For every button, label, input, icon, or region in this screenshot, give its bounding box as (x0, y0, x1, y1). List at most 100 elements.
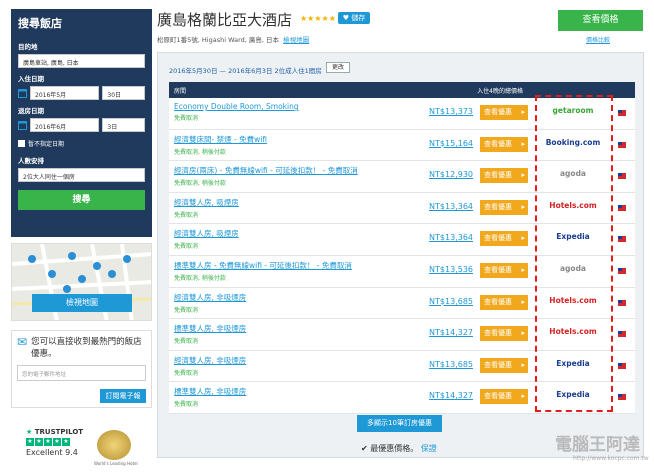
taiwan-flag-icon (618, 267, 626, 274)
hotel-name: 廣島格蘭比亞大酒店 (157, 11, 293, 29)
room-price-link[interactable]: NT$14,327 (427, 391, 473, 400)
price-compare-link[interactable]: 價格比較 (586, 35, 610, 44)
taiwan-flag-icon (618, 362, 626, 369)
map-preview[interactable]: 檢視地圖 (11, 243, 152, 321)
room-info: 標準雙人房 - 免費無線wifi - 可延後扣款！ - 免費取消 免費取消, 稍… (174, 260, 352, 282)
room-note: 免費取消 (174, 243, 199, 251)
room-name-link[interactable]: 經濟雙床間- 禁煙 - 免費wifi (174, 134, 267, 145)
room-info: 經濟雙人房, 吸煙房 免費取消 (174, 197, 239, 219)
room-note: 免費取消, 稍後付款 (174, 180, 226, 188)
room-price-link[interactable]: NT$13,685 (427, 297, 473, 306)
room-name-link[interactable]: 經濟雙人房, 吸煙房 (174, 197, 239, 208)
taiwan-flag-icon (618, 236, 626, 243)
change-button[interactable]: 更改 (326, 62, 350, 73)
view-deal-button[interactable]: 查看優惠 (480, 357, 528, 373)
view-deal-button[interactable]: 查看優惠 (480, 389, 528, 405)
room-name-link[interactable]: 標準雙人房, 非吸煙房 (174, 386, 246, 397)
room-name-link[interactable]: 經濟雙人房, 非吸煙房 (174, 292, 246, 303)
checkin-label: 入住日期 (18, 75, 44, 83)
room-name-link[interactable]: 經濟雙人房, 吸煙房 (174, 228, 239, 239)
calendar-icon[interactable] (18, 88, 27, 98)
checkout-month-select[interactable]: 2016年6月 (30, 118, 100, 132)
room-note: 免費取消 (174, 211, 199, 219)
destination-input[interactable]: 廣島車站, 廣島, 日本 (18, 54, 145, 68)
room-price-link[interactable]: NT$14,327 (427, 328, 473, 337)
highlight-box (535, 95, 613, 412)
email-input[interactable]: 您的電子郵件地址 (17, 365, 146, 381)
room-name-link[interactable]: 經濟雙人房, 非吸煙房 (174, 355, 246, 366)
watermark-text: 電腦王阿達 (555, 435, 640, 455)
room-note: 免費取消 (174, 306, 199, 314)
room-price-link[interactable]: NT$15,164 (427, 139, 473, 148)
room-info: 經濟房(兩床) - 免費無線wifi - 可延後扣款！ - 免費取消 免費取消,… (174, 165, 358, 187)
taiwan-flag-icon (618, 173, 626, 180)
room-info: Economy Double Room, Smoking 免費取消 (174, 102, 299, 122)
room-price-link[interactable]: NT$13,364 (427, 233, 473, 242)
guarantee-link[interactable]: 保證 (421, 444, 437, 453)
save-button[interactable]: ♥ 儲存 (338, 12, 370, 24)
checkin-day-select[interactable]: 30日 (102, 86, 145, 100)
award-text: World's Leading Hotel (94, 461, 138, 466)
taiwan-flag-icon (618, 331, 626, 338)
view-deal-button[interactable]: 查看優惠 (480, 168, 528, 184)
award-badge-icon (97, 430, 131, 460)
taiwan-flag-icon (618, 394, 626, 401)
col-room: 房間 (174, 87, 187, 95)
checkout-day-select[interactable]: 3日 (102, 118, 145, 132)
view-deal-button[interactable]: 查看優惠 (480, 136, 528, 152)
room-note: 免費取消 (174, 401, 199, 409)
checkout-label: 退房日期 (18, 107, 44, 115)
view-deal-button[interactable]: 查看優惠 (480, 231, 528, 247)
room-name-link[interactable]: 經濟房(兩床) - 免費無線wifi - 可延後扣款！ - 免費取消 (174, 165, 358, 176)
room-price-link[interactable]: NT$13,373 (427, 107, 473, 116)
view-deal-button[interactable]: 查看優惠 (480, 326, 528, 342)
room-name-link[interactable]: 標準雙人房 - 免費無線wifi - 可延後扣款！ - 免費取消 (174, 260, 352, 271)
room-note: 免費取消 (174, 338, 199, 346)
results-panel: 2016年5月30日 — 2016年6月3日 2位成人住1間房 更改 房間 入住… (157, 52, 644, 458)
view-map-link[interactable]: 檢視地圖 (283, 36, 309, 44)
search-title: 搜尋飯店 (18, 17, 62, 30)
checkin-month-select[interactable]: 2016年5月 (30, 86, 100, 100)
hotel-address: 松原町1番5號, Higashi Ward, 廣島, 日本 檢視地圖 (157, 36, 310, 44)
hotel-stars: ★★★★★ (300, 14, 336, 23)
search-button[interactable]: 搜尋 (18, 190, 145, 210)
room-info: 經濟雙人房, 非吸煙房 免費取消 (174, 355, 246, 377)
view-deal-button[interactable]: 查看優惠 (480, 199, 528, 215)
subscribe-button[interactable]: 訂閱電子報 (100, 389, 146, 403)
room-name-link[interactable]: 標準雙人房, 非吸煙房 (174, 323, 246, 334)
no-dates-label: 暫不指定日期 (28, 141, 65, 148)
room-price-link[interactable]: NT$13,685 (427, 360, 473, 369)
date-summary: 2016年5月30日 — 2016年6月3日 2位成人住1間房 (169, 67, 322, 75)
calendar-icon[interactable] (18, 120, 27, 130)
search-panel: 搜尋飯店 目的地 廣島車站, 廣島, 日本 入住日期 2016年5月 30日 退… (11, 9, 152, 237)
view-map-button[interactable]: 檢視地圖 (32, 294, 132, 312)
view-deal-button[interactable]: 查看優惠 (480, 294, 528, 310)
guests-label: 人數安排 (18, 157, 44, 165)
view-deal-button[interactable]: 查看優惠 (480, 262, 528, 278)
no-dates-checkbox[interactable]: 暫不指定日期 (18, 139, 145, 148)
taiwan-flag-icon (618, 110, 626, 116)
taiwan-flag-icon (618, 204, 626, 211)
check-price-button[interactable]: 查看價格 (558, 10, 643, 31)
checkbox-box[interactable] (18, 140, 25, 147)
guests-select[interactable]: 2位大人同住一個房 (18, 168, 145, 182)
room-name-link[interactable]: Economy Double Room, Smoking (174, 102, 299, 111)
col-price: 入住4晚的總價格 (477, 87, 523, 95)
room-price-link[interactable]: NT$13,364 (427, 202, 473, 211)
trustpilot-score: Excellent 9.4 (26, 448, 78, 457)
taiwan-flag-icon (618, 299, 626, 306)
show-more-button[interactable]: 多顯示10筆訂房優惠 (357, 415, 442, 432)
room-note: 免費取消, 稍後付款 (174, 148, 226, 156)
room-note: 免費取消, 稍後付款 (174, 274, 226, 282)
room-info: 標準雙人房, 非吸煙房 免費取消 (174, 386, 246, 408)
room-note: 免費取消 (174, 369, 199, 377)
best-price-note: ✔ 最優惠價格。 保證 (361, 444, 437, 453)
trustpilot-badge: ★ TRUSTPILOT ★ ★ ★ ★ ★ Excellent 9.4 (26, 428, 83, 457)
email-signup-box: ✉ 您可以直接收到最熱門的飯店優惠。 您的電子郵件地址 訂閱電子報 (11, 330, 152, 408)
watermark-url: http://www.kocpc.com.tw (573, 455, 649, 462)
view-deal-button[interactable]: 查看優惠 (480, 105, 528, 120)
room-price-link[interactable]: NT$13,536 (427, 265, 473, 274)
email-heading: 您可以直接收到最熱門的飯店優惠。 (31, 337, 142, 359)
room-info: 標準雙人房, 非吸煙房 免費取消 (174, 323, 246, 345)
room-price-link[interactable]: NT$12,930 (427, 170, 473, 179)
